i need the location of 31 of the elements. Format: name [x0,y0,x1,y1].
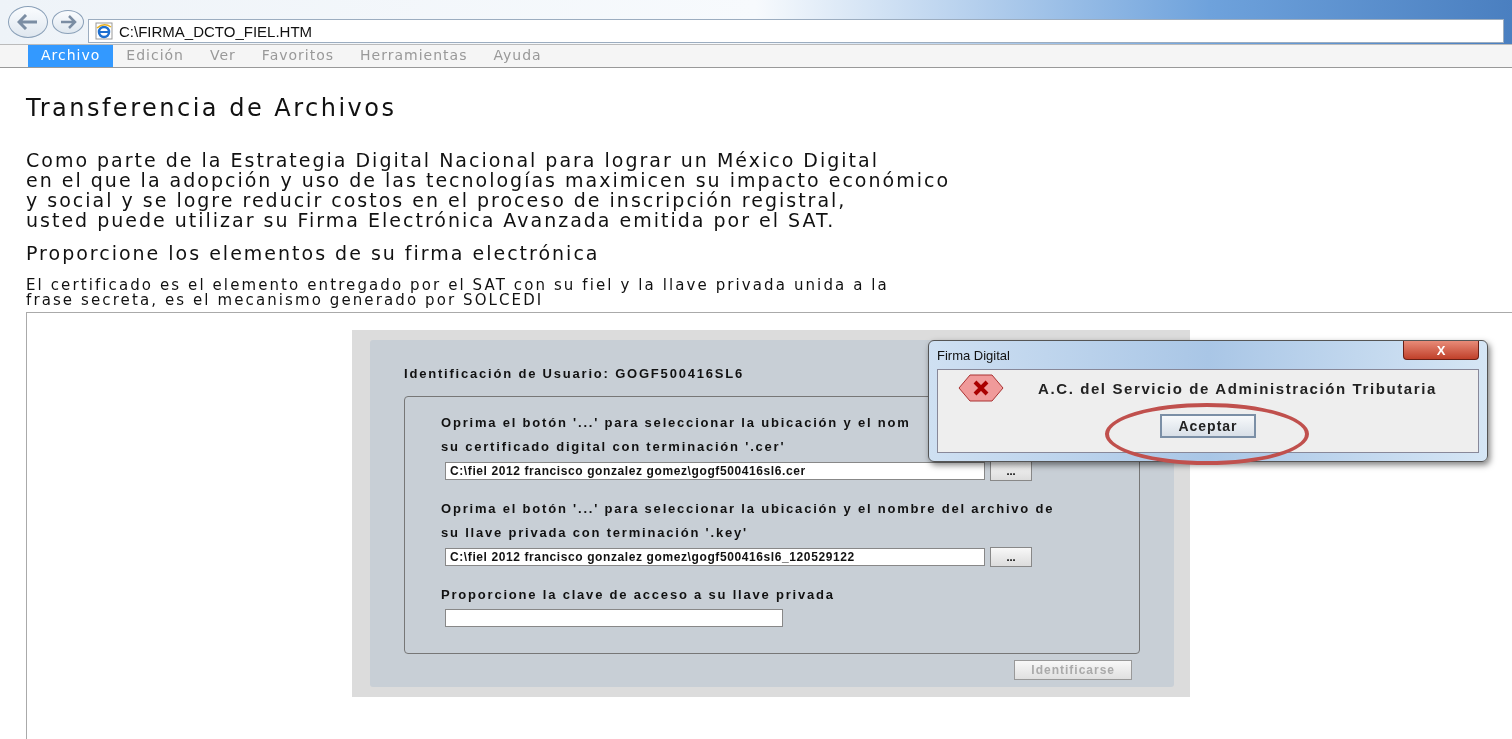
menu-item[interactable]: Ver [197,45,249,67]
menu-item[interactable]: Archivo [28,45,114,67]
address-text: C:\FIRMA_DCTO_FIEL.HTM [119,22,313,40]
section-heading: Proporcione los elementos de su firma electrónica [26,242,601,264]
field-label: Oprima el botón '...' para seleccionar la ubicación y el nombre del archivo de su llave privada con terminación '.key' [441,500,1056,542]
user-id-label: Identificación de Usuario: GOGF500416SL6 [404,365,746,383]
accept-button[interactable]: Aceptar [1160,414,1256,438]
browser-logo-icon [95,22,113,40]
intro-paragraph: Como parte de la Estrategia Digital Nacional para lograr un México Digital en el que la adopción y uso de las tecnologías maximicen su impacto económico y social y se logre reducir costos en el proceso de inscripción registral, usted puede utilizar su Firma Electrónica Avanzada emitida por el SAT. [26,150,951,230]
error-icon [958,374,1004,402]
menu-item[interactable]: Ayuda [480,45,555,67]
back-arrow-icon [17,14,39,30]
address-bar[interactable]: C:\FIRMA_DCTO_FIEL.HTM [88,19,1504,43]
menu-item[interactable]: Favoritos [248,45,348,67]
menu-item[interactable]: Herramientas [347,45,481,67]
file-path-field[interactable]: C:\fiel 2012 francisco gonzalez gomez\gogf500416sl6_120529122 [445,548,985,566]
field-label: Proporcione la clave de acceso a su llave privada [441,586,836,604]
note-paragraph: El certificado es el elemento entregado por el SAT con su fiel y la llave privada unida a la frase secreta, es el mecanismo generado por SOLCEDI [26,278,890,308]
forward-button[interactable] [52,10,84,34]
menu-item[interactable]: Edición [113,45,197,67]
browse-button[interactable]: ... [990,547,1032,567]
file-path-field[interactable]: C:\fiel 2012 francisco gonzalez gomez\gogf500416sl6.cer [445,462,985,480]
browse-button[interactable]: ... [990,461,1032,481]
field-label: Oprima el botón '...' para seleccionar la ubicación y el nom su certificado digital con terminación '.cer' [441,414,912,456]
dialog-title: Firma Digital [937,347,1010,363]
back-button[interactable] [8,6,48,38]
close-button[interactable]: X [1403,341,1479,360]
forward-arrow-icon [59,15,77,29]
dialog-message: A.C. del Servicio de Administración Tributaria [1038,379,1437,397]
password-field[interactable] [445,609,783,627]
page-title: Transferencia de Archivos [26,94,398,122]
